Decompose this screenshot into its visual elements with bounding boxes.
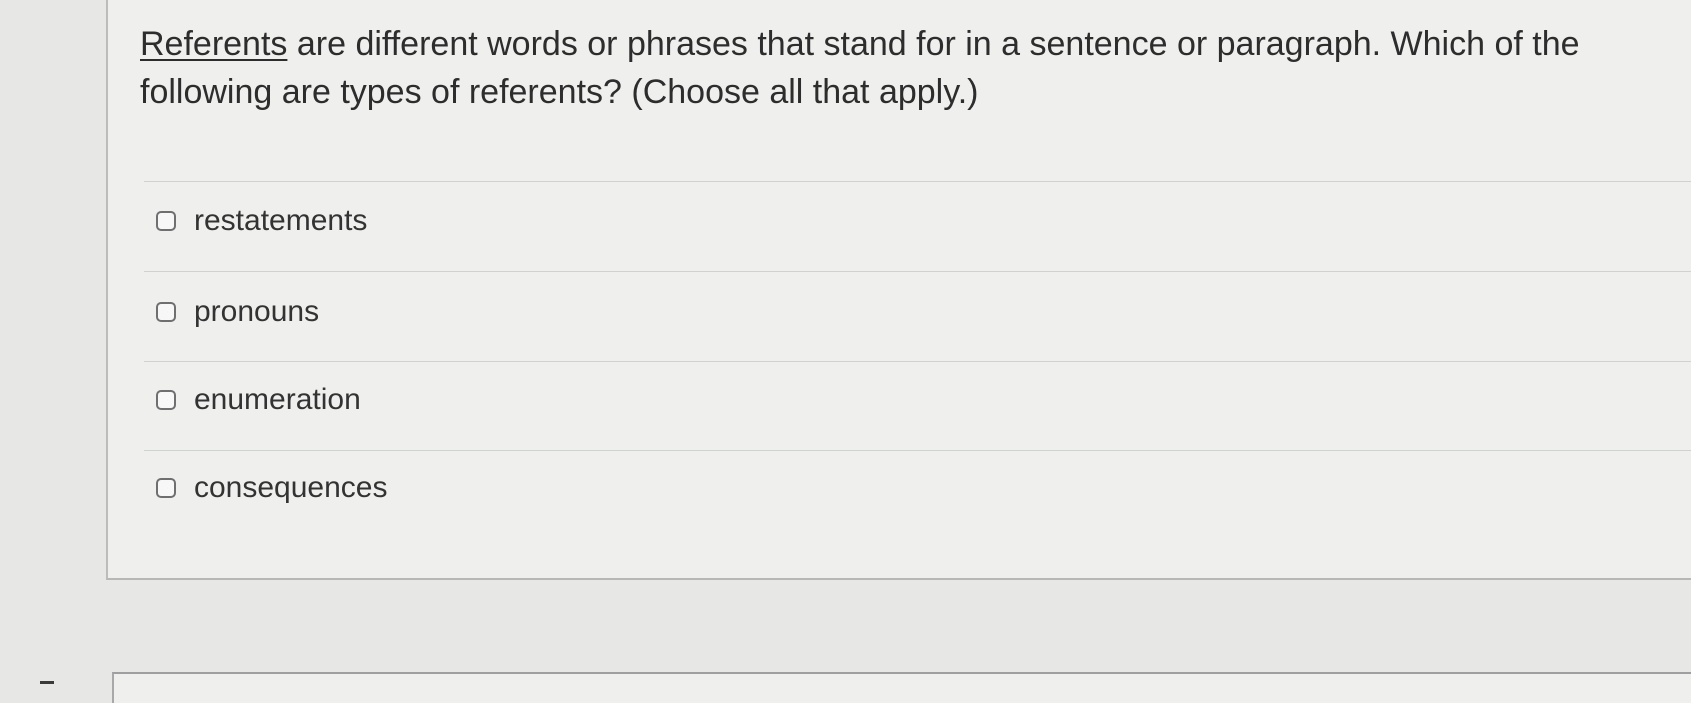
option-label: consequences bbox=[194, 471, 388, 504]
option-label: restatements bbox=[194, 204, 368, 237]
checkbox[interactable] bbox=[156, 390, 176, 410]
question-body: are different words or phrases that stan… bbox=[140, 25, 1580, 111]
checkbox[interactable] bbox=[156, 478, 176, 498]
option-restatements[interactable]: restatements bbox=[156, 199, 367, 243]
divider bbox=[144, 271, 1691, 272]
question-prompt: Referents are different words or phrases… bbox=[140, 20, 1640, 116]
divider bbox=[144, 361, 1691, 362]
option-consequences[interactable]: consequences bbox=[156, 466, 387, 510]
divider bbox=[144, 450, 1691, 451]
margin-mark bbox=[40, 681, 54, 684]
option-pronouns[interactable]: pronouns bbox=[156, 290, 319, 334]
divider bbox=[144, 181, 1691, 182]
question-card: Referents are different words or phrases… bbox=[106, 0, 1691, 580]
option-label: enumeration bbox=[194, 383, 361, 416]
next-question-box bbox=[112, 672, 1691, 703]
checkbox[interactable] bbox=[156, 211, 176, 231]
checkbox[interactable] bbox=[156, 302, 176, 322]
option-enumeration[interactable]: enumeration bbox=[156, 378, 361, 422]
question-term: Referents bbox=[140, 25, 288, 63]
option-label: pronouns bbox=[194, 295, 320, 328]
